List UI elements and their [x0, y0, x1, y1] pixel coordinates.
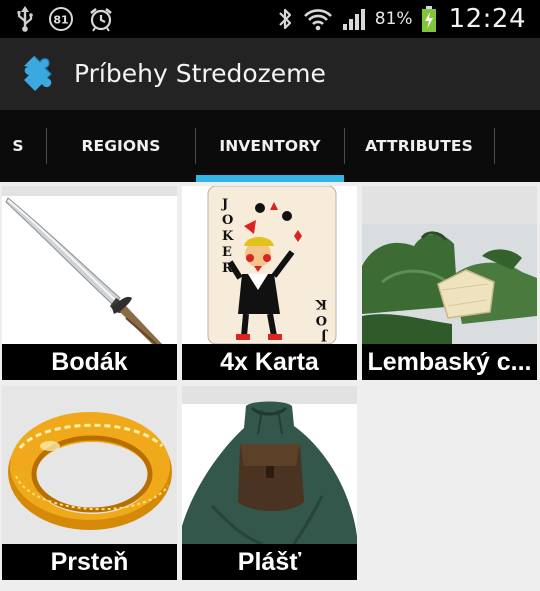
svg-text:E: E [222, 245, 232, 260]
inventory-grid: Bodák J O K E R J O K 4x Karta Lembaský … [0, 182, 540, 591]
item-name: 4x Karta [182, 344, 357, 380]
joker-card-image: J O K E R J O K [182, 186, 357, 345]
svg-text:81: 81 [53, 14, 68, 27]
inventory-item-card[interactable]: J O K E R J O K 4x Karta [182, 186, 357, 380]
tab-inventory[interactable]: INVENTORY [196, 110, 344, 182]
lembas-bread-image [362, 186, 537, 344]
battery-charging-icon [421, 5, 437, 33]
bluetooth-icon [275, 6, 295, 32]
puzzle-piece-icon[interactable] [20, 52, 64, 94]
status-bar-left: 81 [16, 4, 114, 34]
battery-percent: 81% [374, 9, 413, 29]
alarm-icon [88, 6, 114, 32]
tab-regions[interactable]: REGIONS [47, 110, 195, 182]
item-name: Prsteň [2, 544, 177, 580]
tab-label: INVENTORY [219, 137, 321, 155]
tab-label: ATTRIBUTES [365, 137, 473, 155]
tab-label: S [12, 137, 24, 155]
tab-attributes[interactable]: ATTRIBUTES [345, 110, 493, 182]
svg-text:K: K [222, 229, 234, 244]
tab-s[interactable]: S [0, 110, 46, 182]
inventory-item-lembas[interactable]: Lembaský c... [362, 186, 537, 380]
tab-divider [494, 128, 495, 164]
inventory-item-dagger[interactable]: Bodák [2, 186, 177, 380]
status-bar: 81 81% 12:24 [0, 0, 540, 38]
notification-badge-icon: 81 [48, 6, 74, 32]
app-title: Príbehy Stredozeme [74, 59, 326, 88]
inventory-item-ring[interactable]: Prsteň [2, 386, 177, 580]
svg-text:K: K [315, 296, 327, 311]
item-name: Lembaský c... [362, 344, 537, 380]
svg-text:O: O [222, 213, 233, 228]
item-name: Bodák [2, 344, 177, 380]
tab-label: REGIONS [81, 137, 161, 155]
action-bar: Príbehy Stredozeme [0, 38, 540, 110]
signal-icon [341, 6, 367, 32]
svg-text:O: O [316, 312, 327, 327]
status-bar-right: 81% 12:24 [275, 0, 526, 38]
clock: 12:24 [448, 4, 526, 34]
tab-selected-indicator [196, 175, 344, 182]
inventory-item-cloak[interactable]: Plášť [182, 386, 357, 580]
gold-ring-image [2, 386, 177, 544]
tab-bar: S REGIONS INVENTORY ATTRIBUTES [0, 110, 540, 182]
usb-icon [16, 5, 34, 33]
svg-text:J: J [221, 197, 228, 212]
wifi-icon [303, 6, 333, 32]
dagger-image [2, 186, 177, 345]
green-cloak-image [182, 386, 357, 546]
svg-text:J: J [321, 328, 328, 343]
item-name: Plášť [182, 544, 357, 580]
